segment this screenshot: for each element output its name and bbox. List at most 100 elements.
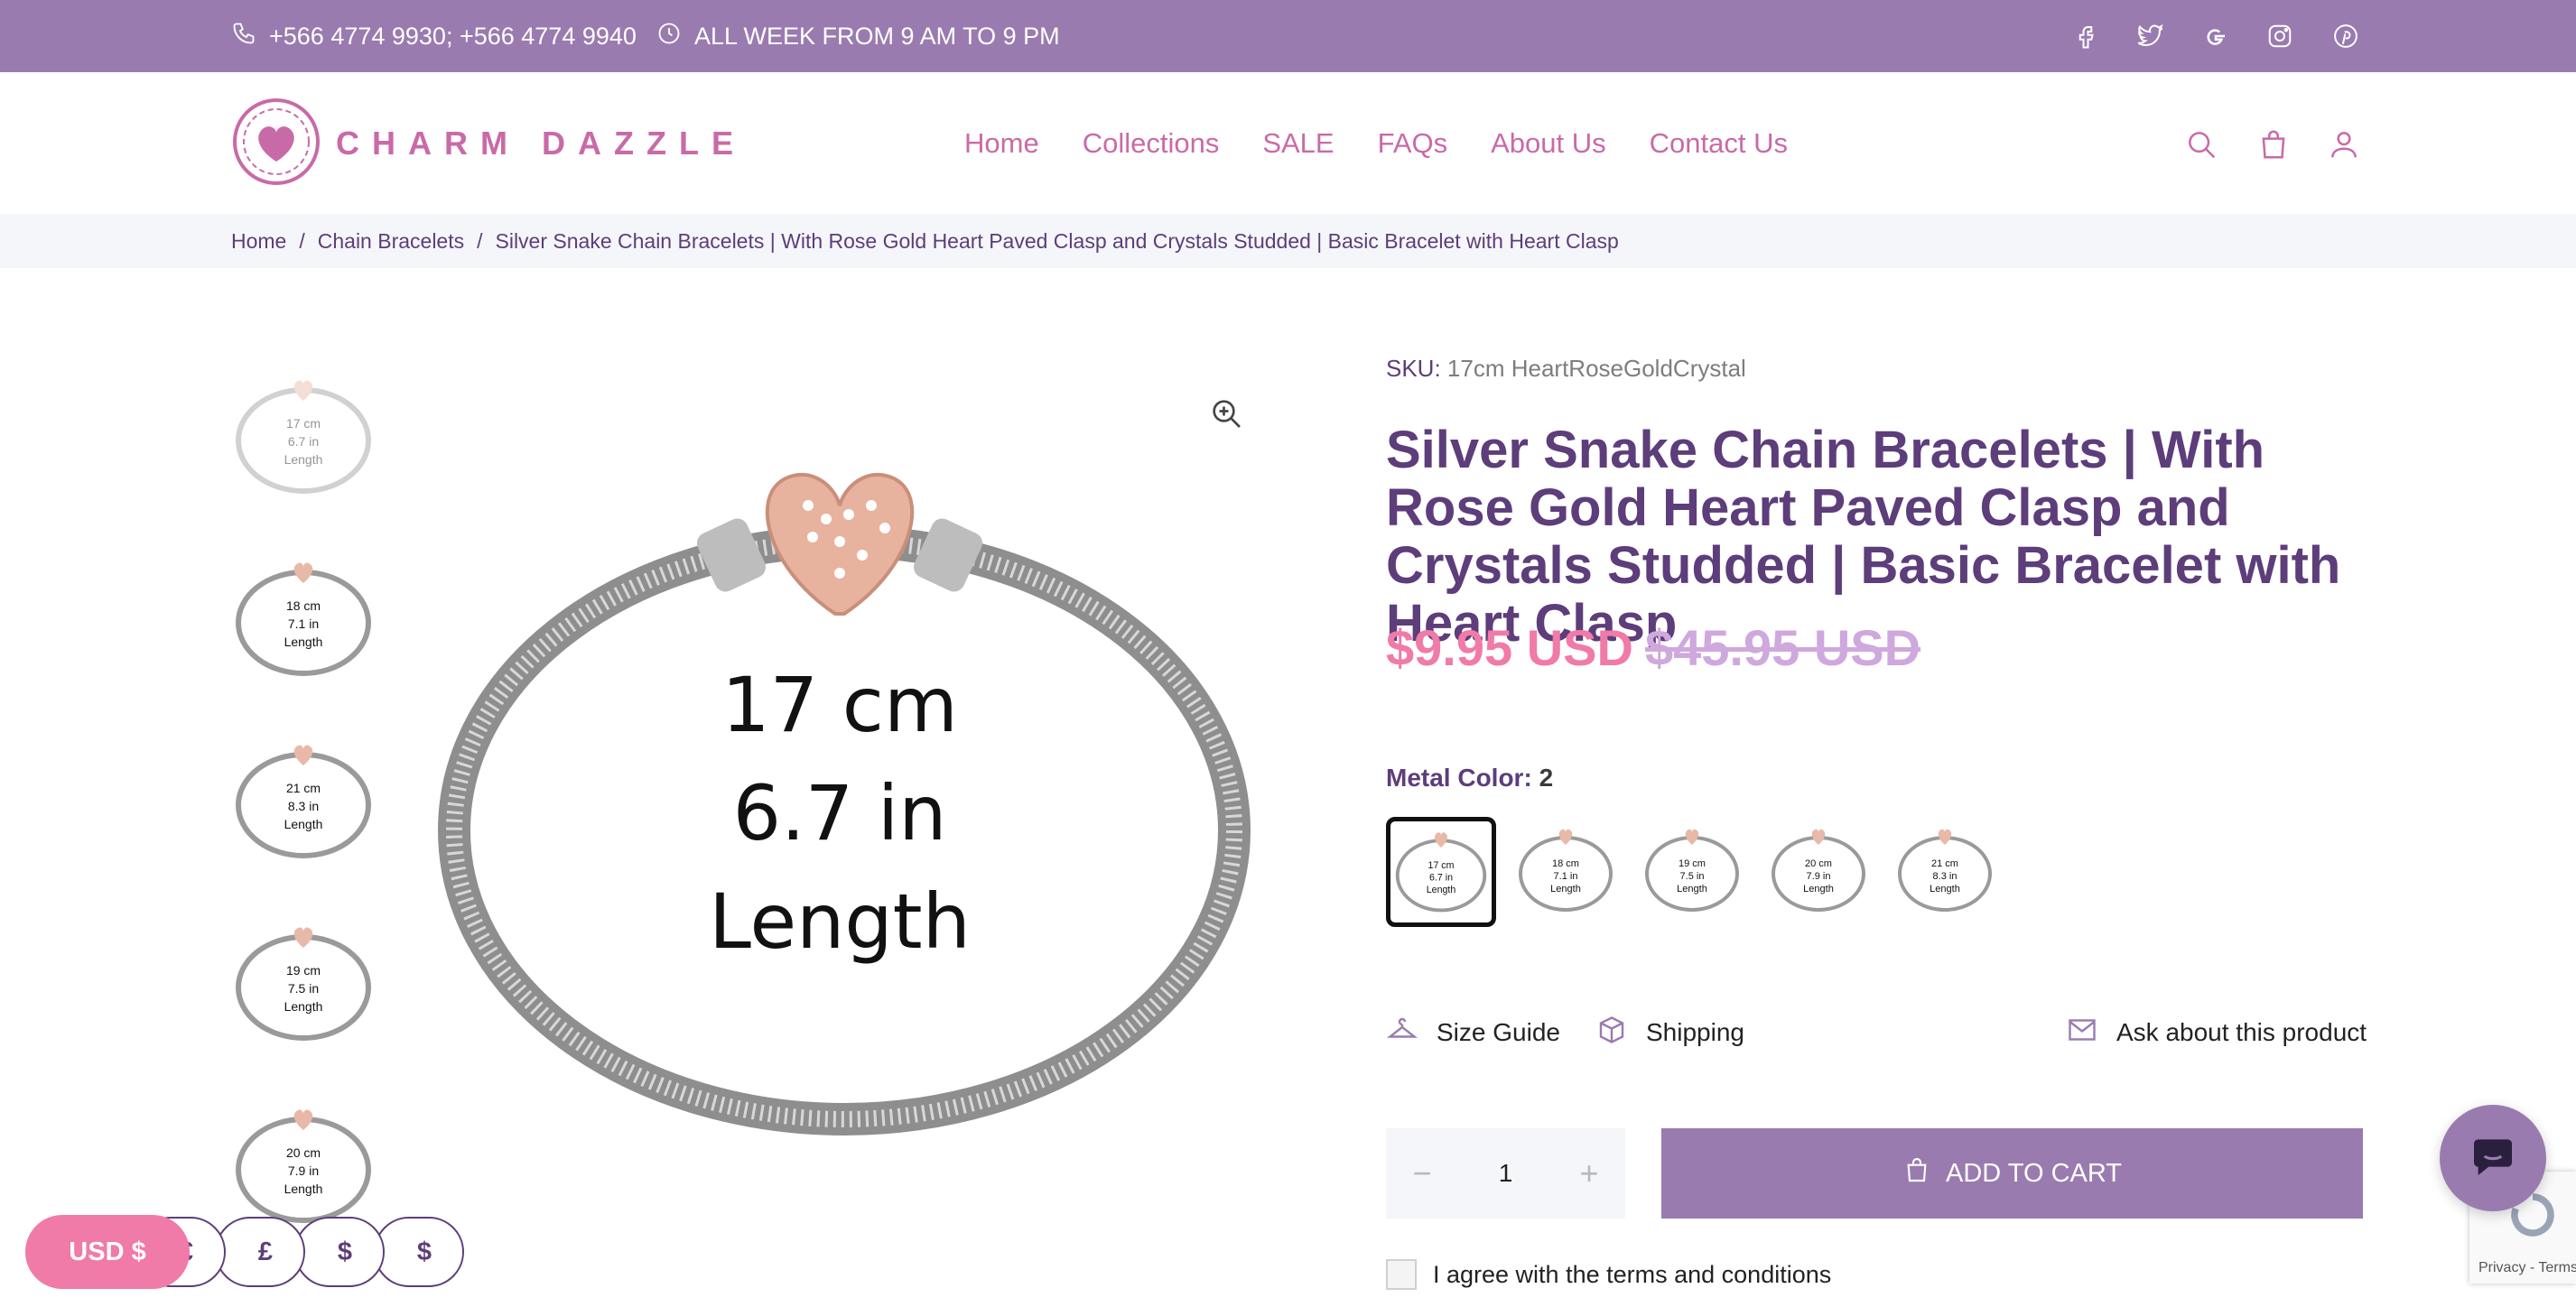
nav-contact-us[interactable]: Contact Us xyxy=(1650,127,1788,160)
variant-swatch[interactable]: 19 cm 7.5 in Length xyxy=(1639,817,1745,923)
nav-home[interactable]: Home xyxy=(964,127,1039,160)
thumbnail-inch: 7.1 in xyxy=(288,616,319,631)
zoom-in-icon[interactable] xyxy=(1208,395,1244,431)
breadcrumb-separator: / xyxy=(299,228,305,253)
swatch-unit: Length xyxy=(1677,884,1707,895)
currency-option[interactable]: $ xyxy=(374,1217,464,1287)
sku-value: 17cm HeartRoseGoldCrystal xyxy=(1446,355,1746,382)
chat-widget-button[interactable] xyxy=(2440,1105,2546,1211)
clock-icon xyxy=(656,21,694,52)
swatch-unit: Length xyxy=(1427,885,1456,895)
hours-text: ALL WEEK FROM 9 AM TO 9 PM xyxy=(694,22,1060,50)
terms-checkbox[interactable] xyxy=(1386,1259,1417,1290)
size-guide-link[interactable]: Size Guide xyxy=(1386,1015,1560,1051)
quantity-stepper: − 1 + xyxy=(1386,1128,1625,1219)
breadcrumb-separator: / xyxy=(477,228,483,253)
size-guide-label: Size Guide xyxy=(1437,1018,1560,1046)
phone-text: +566 4774 9930; +566 4774 9940 xyxy=(269,22,637,50)
currency-option[interactable]: $ xyxy=(294,1217,385,1287)
nav-sale[interactable]: SALE xyxy=(1262,127,1334,160)
thumbnail[interactable]: 17 cm 6.7 in Length xyxy=(231,370,376,505)
thumbnail-inch: 6.7 in xyxy=(288,434,319,449)
swatch-inch: 7.5 in xyxy=(1680,871,1705,882)
quantity-decrease-button[interactable]: − xyxy=(1386,1154,1458,1192)
twitter-icon[interactable] xyxy=(2134,0,2167,72)
sku-label: SKU: xyxy=(1386,355,1441,382)
main-product-image[interactable]: 17 cm 6.7 in Length xyxy=(424,361,1291,1173)
main-image-inch: 6.7 in xyxy=(733,769,947,857)
main-nav: Home Collections SALE FAQs About Us Cont… xyxy=(964,72,1788,214)
shipping-link[interactable]: Shipping xyxy=(1595,1015,1744,1051)
ask-about-label: Ask about this product xyxy=(2116,1018,2367,1046)
swatch-inch: 8.3 in xyxy=(1933,871,1958,882)
swatch-cm: 20 cm xyxy=(1805,858,1832,869)
variant-swatch[interactable]: 17 cm 6.7 in Length xyxy=(1386,817,1496,927)
variant-swatch[interactable]: 20 cm 7.9 in Length xyxy=(1765,817,1872,923)
breadcrumb-current: Silver Snake Chain Bracelets | With Rose… xyxy=(495,228,1619,253)
swatch-cm: 17 cm xyxy=(1428,860,1455,871)
option-name: Metal Color: xyxy=(1386,764,1532,792)
thumbnail[interactable]: 21 cm 8.3 in Length xyxy=(231,735,376,870)
thumbnail-unit: Length xyxy=(284,817,323,831)
thumbnail[interactable]: 20 cm 7.9 in Length xyxy=(231,1099,376,1235)
shipping-label: Shipping xyxy=(1646,1018,1744,1046)
phone-info: +566 4774 9930; +566 4774 9940 xyxy=(231,0,637,72)
quantity-increase-button[interactable]: + xyxy=(1553,1154,1625,1192)
main-image-cm: 17 cm xyxy=(721,661,958,749)
variant-swatch[interactable]: 18 cm 7.1 in Length xyxy=(1512,817,1619,923)
ask-about-product-link[interactable]: Ask about this product xyxy=(2066,1015,2367,1051)
cart-icon[interactable] xyxy=(2254,125,2293,164)
mail-icon xyxy=(2066,1014,2116,1052)
phone-icon xyxy=(231,21,269,52)
account-icon[interactable] xyxy=(2324,125,2364,164)
nav-about-us[interactable]: About Us xyxy=(1491,127,1606,160)
breadcrumb-chain-bracelets[interactable]: Chain Bracelets xyxy=(318,229,464,254)
add-to-cart-label: ADD TO CART xyxy=(1946,1158,2122,1188)
quantity-input[interactable]: 1 xyxy=(1499,1159,1513,1188)
main-image-unit: Length xyxy=(709,877,971,966)
thumbnail-unit: Length xyxy=(284,635,323,649)
google-icon[interactable] xyxy=(2199,0,2232,72)
bag-icon xyxy=(1902,1155,1946,1191)
thumbnail-inch: 7.9 in xyxy=(288,1163,319,1178)
logo-text: CHARM DAZZLE xyxy=(336,125,746,162)
sale-price: $9.95 USD xyxy=(1386,619,1633,676)
nav-faqs[interactable]: FAQs xyxy=(1378,127,1448,160)
swatch-unit: Length xyxy=(1550,884,1581,895)
thumbnail-inch: 7.5 in xyxy=(288,981,319,996)
site-header: CHARM DAZZLE Home Collections SALE FAQs … xyxy=(0,72,2576,214)
instagram-icon[interactable] xyxy=(2264,0,2296,72)
recaptcha-links[interactable]: Privacy - Terms xyxy=(2478,1260,2576,1276)
swatch-cm: 21 cm xyxy=(1931,858,1958,869)
breadcrumb-bar: Home / Chain Bracelets / Silver Snake Ch… xyxy=(0,214,2576,268)
pinterest-icon[interactable] xyxy=(2330,0,2362,72)
swatch-unit: Length xyxy=(1930,884,1960,895)
swatch-inch: 7.1 in xyxy=(1554,871,1578,882)
brand-logo[interactable]: CHARM DAZZLE xyxy=(231,94,746,193)
option-value: 2 xyxy=(1539,764,1554,792)
terms-label: I agree with the terms and conditions xyxy=(1433,1260,1832,1288)
sku: SKU: 17cm HeartRoseGoldCrystal xyxy=(1386,355,1746,383)
add-to-cart-button[interactable]: ADD TO CART xyxy=(1661,1128,2363,1219)
thumbnail[interactable]: 18 cm 7.1 in Length xyxy=(231,552,376,688)
currency-selected[interactable]: USD $ xyxy=(25,1215,190,1289)
currency-option[interactable]: £ xyxy=(215,1217,305,1287)
hanger-icon xyxy=(1386,1014,1437,1052)
option-label: Metal Color: 2 xyxy=(1386,764,1553,793)
swatch-inch: 6.7 in xyxy=(1429,873,1453,884)
terms-agreement[interactable]: I agree with the terms and conditions xyxy=(1386,1259,1831,1290)
thumbnail-unit: Length xyxy=(284,452,323,467)
thumbnail-cm: 17 cm xyxy=(286,416,321,431)
top-bar: +566 4774 9930; +566 4774 9940 ALL WEEK … xyxy=(0,0,2576,72)
thumbnail[interactable]: 19 cm 7.5 in Length xyxy=(231,917,376,1052)
swatch-inch: 7.9 in xyxy=(1807,871,1831,882)
swatch-cm: 19 cm xyxy=(1679,858,1706,869)
nav-collections[interactable]: Collections xyxy=(1083,127,1220,160)
breadcrumb-home[interactable]: Home xyxy=(231,229,286,254)
variant-swatch[interactable]: 21 cm 8.3 in Length xyxy=(1892,817,1998,923)
search-icon[interactable] xyxy=(2181,125,2221,164)
logo-emblem-icon xyxy=(231,97,321,191)
thumbnail-unit: Length xyxy=(284,1182,323,1196)
facebook-icon[interactable] xyxy=(2069,0,2102,72)
hours-info: ALL WEEK FROM 9 AM TO 9 PM xyxy=(656,0,1060,72)
